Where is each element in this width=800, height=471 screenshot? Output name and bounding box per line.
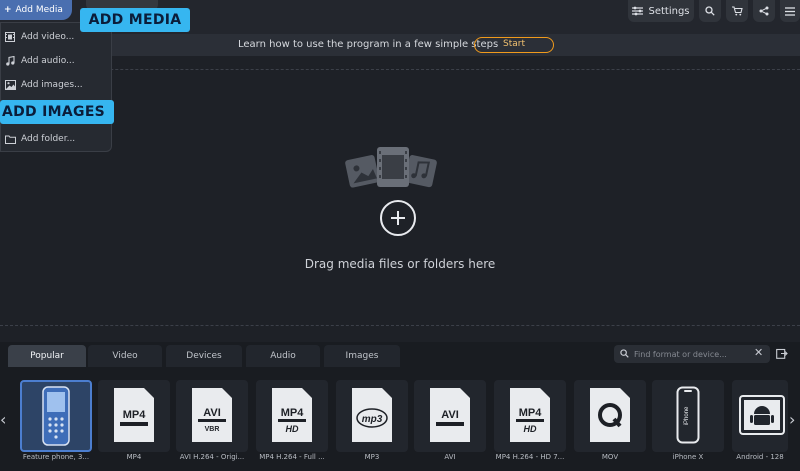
drop-area[interactable] <box>0 70 800 326</box>
format-tile-feature-phone[interactable] <box>20 380 92 452</box>
format-tile-label: Feature phone, 3... <box>22 453 90 461</box>
mp4-icon: MP4 <box>114 388 154 442</box>
format-badge-text: MP4 <box>281 407 305 419</box>
clear-search-icon[interactable]: ✕ <box>754 346 763 359</box>
search-icon <box>620 349 629 358</box>
learn-text: Learn how to use the program in a few si… <box>238 39 499 50</box>
hamburger-icon <box>785 6 795 16</box>
music-note-icon <box>2 53 18 69</box>
menu-item-add-audio[interactable]: Add audio... <box>1 51 113 71</box>
mp3-icon: mp3 <box>352 388 392 442</box>
export-icon[interactable] <box>776 347 788 359</box>
format-badge-text: iPhone <box>684 406 690 425</box>
format-tile-mp3[interactable]: mp3 <box>336 380 408 452</box>
format-badge-text: MP4 <box>123 409 147 421</box>
tab-images[interactable]: Images <box>324 345 400 367</box>
tab-devices[interactable]: Devices <box>166 345 242 367</box>
drag-hint-text: Drag media files or folders here <box>304 257 496 271</box>
avi-icon: AVI <box>430 388 470 442</box>
folder-icon <box>2 131 18 147</box>
share-icon <box>759 6 769 16</box>
format-sub-text: HD <box>286 424 299 434</box>
iphone-icon: iPhone <box>676 386 700 444</box>
format-sub-text: HD <box>524 424 537 434</box>
menu-item-add-images[interactable]: Add images... <box>1 75 113 95</box>
format-tile-label: AVI <box>444 453 456 461</box>
format-tile-label: MP4 H.264 - Full ... <box>259 453 325 461</box>
format-sub-text: VBR <box>205 426 220 433</box>
scroll-right-arrow[interactable]: › <box>789 410 795 429</box>
add-media-button[interactable]: + Add Media <box>0 0 72 20</box>
sliders-icon <box>632 6 644 16</box>
add-files-button[interactable] <box>380 200 416 236</box>
format-badge-text: AVI <box>441 409 459 421</box>
feature-phone-icon <box>42 386 70 446</box>
cart-button[interactable] <box>726 0 748 22</box>
add-media-callout: ADD MEDIA <box>80 8 190 32</box>
settings-button[interactable]: Settings <box>628 0 694 22</box>
format-tile-mp4[interactable]: MP4 <box>98 380 170 452</box>
android-icon <box>739 395 785 435</box>
format-tile-label: AVI H.264 - Origi... <box>179 453 245 461</box>
format-tile-mp4-full-hd[interactable]: MP4 HD <box>256 380 328 452</box>
mp4-hd-icon: MP4 HD <box>510 388 550 442</box>
plus-icon: + <box>4 5 12 15</box>
format-tile-label: MP4 <box>126 453 142 461</box>
format-tile-label: MP4 H.264 - HD 7... <box>495 453 565 461</box>
add-media-label: Add Media <box>15 5 63 15</box>
format-search-input[interactable] <box>634 347 752 361</box>
menu-item-label: Add audio... <box>21 56 75 66</box>
learn-bar: Learn how to use the program in a few si… <box>0 34 800 56</box>
format-tile-label: iPhone X <box>672 453 704 461</box>
format-panel: Popular Video Devices Audio Images ✕ ‹ ›… <box>0 342 800 471</box>
quicktime-icon <box>590 388 630 442</box>
format-search-box: ✕ <box>614 345 770 363</box>
drop-area-bottom-border <box>0 325 800 326</box>
search-button[interactable] <box>699 0 721 22</box>
menu-button[interactable] <box>780 0 800 22</box>
settings-label: Settings <box>648 5 690 17</box>
share-button[interactable] <box>753 0 775 22</box>
menu-item-add-folder[interactable]: Add folder... <box>1 129 113 149</box>
format-badge-text: mp3 <box>362 414 383 425</box>
search-icon <box>705 6 715 16</box>
add-images-callout: ADD IMAGES <box>0 100 114 124</box>
format-tile-avi-h264[interactable]: AVI VBR <box>176 380 248 452</box>
format-tile-iphone-x[interactable]: iPhone <box>652 380 724 452</box>
format-tile-label: Android - 128 <box>736 453 784 461</box>
format-badge-text: AVI <box>203 407 221 419</box>
cart-icon <box>731 6 743 16</box>
format-badge-text: MP4 <box>519 407 543 419</box>
menu-item-label: Add images... <box>21 80 83 90</box>
media-files-icon <box>345 147 437 188</box>
avi-icon: AVI VBR <box>192 388 232 442</box>
menu-item-label: Add folder... <box>21 134 76 144</box>
mp4-hd-icon: MP4 HD <box>272 388 312 442</box>
tab-audio[interactable]: Audio <box>246 345 320 367</box>
format-tile-label: MP3 <box>364 453 380 461</box>
format-tile-label: MOV <box>601 453 619 461</box>
tab-popular[interactable]: Popular <box>8 345 86 367</box>
image-icon <box>2 77 18 93</box>
format-tile-mov[interactable] <box>574 380 646 452</box>
format-tile-android[interactable] <box>732 380 788 452</box>
format-tile-mp4-hd-720[interactable]: MP4 HD <box>494 380 566 452</box>
film-icon <box>2 29 18 45</box>
menu-item-label: Add video... <box>21 32 75 42</box>
format-tile-avi[interactable]: AVI <box>414 380 486 452</box>
start-button[interactable]: Start <box>474 37 554 53</box>
tab-video[interactable]: Video <box>88 345 162 367</box>
add-media-dropdown: Add video... Add audio... Add images... … <box>0 22 112 152</box>
scroll-left-arrow[interactable]: ‹ <box>0 410 6 429</box>
